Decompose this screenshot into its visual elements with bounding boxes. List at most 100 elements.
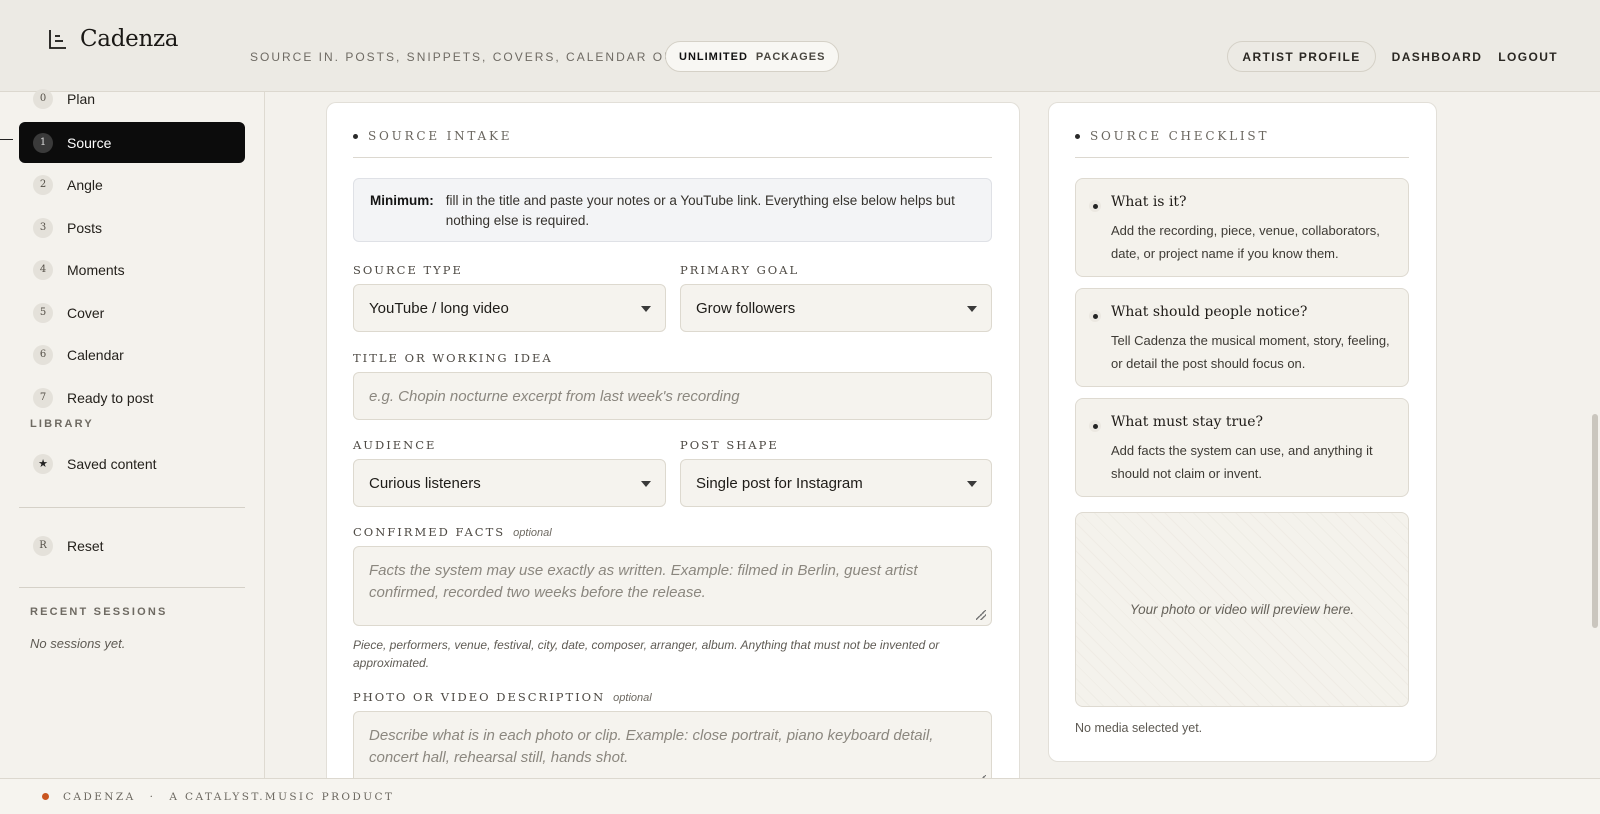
source-checklist-title-text: SOURCE CHECKLIST — [1090, 129, 1270, 143]
post-shape-value: Single post for Instagram — [696, 474, 863, 492]
audience-label: AUDIENCE — [353, 438, 437, 452]
source-checklist-card: SOURCE CHECKLIST What is it? Add the rec… — [1048, 102, 1437, 762]
minimum-text: fill in the title and paste your notes o… — [445, 193, 955, 228]
logout-link[interactable]: LOGOUT — [1498, 50, 1558, 64]
footer-separator: · — [149, 790, 156, 803]
title-input[interactable]: e.g. Chopin nocturne excerpt from last w… — [353, 372, 992, 420]
page-scrollbar[interactable] — [1590, 92, 1600, 778]
plan-pill-strong: UNLIMITED — [679, 50, 748, 63]
sidebar-step-angle[interactable]: 2 Angle — [19, 164, 245, 205]
footer-product: A CATALYST.MUSIC PRODUCT — [169, 790, 395, 803]
post-shape-label: POST SHAPE — [680, 438, 779, 452]
recent-sessions-empty: No sessions yet. — [30, 636, 126, 651]
checklist-item: What must stay true? Add facts the syste… — [1075, 398, 1409, 497]
media-preview-text: Your photo or video will preview here. — [1129, 602, 1355, 617]
source-intake-title: SOURCE INTAKE — [353, 129, 512, 143]
step-number: 2 — [33, 174, 53, 195]
bullet-icon — [1089, 420, 1101, 432]
artist-profile-button[interactable]: ARTIST PROFILE — [1227, 41, 1376, 72]
status-dot-icon — [42, 793, 49, 800]
sidebar-divider — [19, 507, 245, 508]
sidebar-step-cover[interactable]: 5 Cover — [19, 292, 245, 333]
audience-select[interactable]: Curious listeners — [353, 459, 666, 507]
chevron-down-icon — [641, 481, 651, 487]
confirmed-facts-placeholder: Facts the system may use exactly as writ… — [369, 562, 918, 601]
minimum-notice: Minimum: fill in the title and paste you… — [353, 178, 992, 242]
confirmed-facts-hint: Piece, performers, venue, festival, city… — [353, 638, 940, 670]
media-preview[interactable]: Your photo or video will preview here. — [1075, 512, 1409, 707]
saved-content-link[interactable]: ★ Saved content — [19, 443, 245, 484]
scrollbar-thumb[interactable] — [1592, 414, 1598, 628]
saved-content-label: Saved content — [67, 455, 157, 472]
title-input-placeholder: e.g. Chopin nocturne excerpt from last w… — [369, 387, 740, 405]
sidebar: 0 Plan 1 Source 2 Angle 3 Posts 4 Moment… — [0, 88, 265, 778]
step-label: Ready to post — [67, 389, 154, 406]
optional-tag: optional — [613, 692, 652, 704]
checklist-item: What is it? Add the recording, piece, ve… — [1075, 178, 1409, 277]
source-type-label: SOURCE TYPE — [353, 263, 463, 277]
tagline: SOURCE IN. POSTS, SNIPPETS, COVERS, CALE… — [250, 50, 689, 64]
minimum-label: Minimum: — [370, 193, 434, 208]
source-checklist-title: SOURCE CHECKLIST — [1075, 129, 1269, 143]
confirmed-facts-textarea[interactable]: Facts the system may use exactly as writ… — [353, 546, 992, 626]
audience-value: Curious listeners — [369, 474, 481, 492]
sidebar-step-posts[interactable]: 3 Posts — [19, 207, 245, 248]
plan-pill-rest: PACKAGES — [755, 50, 826, 63]
checklist-description: Tell Cadenza the musical moment, story, … — [1111, 333, 1390, 371]
optional-tag: optional — [513, 527, 552, 539]
resize-handle-icon[interactable] — [976, 610, 986, 620]
bullet-icon — [1075, 133, 1080, 139]
primary-goal-value: Grow followers — [696, 299, 796, 317]
media-description-placeholder: Describe what is in each photo or clip. … — [369, 727, 934, 766]
sidebar-step-source[interactable]: 1 Source — [19, 122, 245, 163]
title-rule — [353, 157, 992, 158]
sidebar-step-plan[interactable]: 0 Plan — [19, 78, 245, 119]
bullet-icon — [353, 133, 358, 139]
source-type-select[interactable]: YouTube / long video — [353, 284, 666, 332]
checklist-description: Add the recording, piece, venue, collabo… — [1111, 223, 1380, 261]
footer-brand: CADENZA — [63, 790, 136, 803]
confirmed-facts-label-text: CONFIRMED FACTS — [353, 525, 506, 539]
reset-label: Reset — [67, 537, 104, 554]
dashboard-link[interactable]: DASHBOARD — [1392, 50, 1483, 64]
primary-goal-label: PRIMARY GOAL — [680, 263, 800, 277]
brand-name: Cadenza — [80, 26, 179, 52]
plan-pill[interactable]: UNLIMITED PACKAGES — [665, 41, 840, 72]
chevron-down-icon — [967, 306, 977, 312]
sidebar-divider — [19, 587, 245, 588]
step-number: 1 — [33, 132, 53, 153]
sidebar-step-moments[interactable]: 4 Moments — [19, 249, 245, 290]
step-label: Calendar — [67, 346, 124, 363]
post-shape-select[interactable]: Single post for Instagram — [680, 459, 992, 507]
step-number: 6 — [33, 344, 53, 365]
checklist-description: Add facts the system can use, and anythi… — [1111, 443, 1373, 481]
step-label: Cover — [67, 304, 105, 321]
footer: CADENZA · A CATALYST.MUSIC PRODUCT — [0, 778, 1600, 814]
brand[interactable]: Cadenza — [48, 26, 179, 52]
chevron-down-icon — [967, 481, 977, 487]
library-heading: LIBRARY — [30, 418, 94, 430]
step-label: Moments — [67, 261, 125, 278]
step-label: Plan — [67, 90, 96, 107]
step-label: Angle — [67, 176, 103, 193]
sidebar-step-ready-to-post[interactable]: 7 Ready to post — [19, 377, 245, 418]
title-rule — [1075, 157, 1409, 158]
checklist-item: What should people notice? Tell Cadenza … — [1075, 288, 1409, 387]
checklist-question: What is it? — [1111, 194, 1187, 210]
recent-sessions-heading: RECENT SESSIONS — [30, 606, 168, 618]
step-number: 5 — [33, 302, 53, 323]
brand-logo-icon — [49, 30, 66, 49]
step-number: 7 — [33, 387, 53, 408]
step-number: 3 — [33, 217, 53, 238]
source-type-value: YouTube / long video — [369, 299, 509, 317]
active-step-marker — [0, 139, 13, 140]
media-description-label: PHOTO OR VIDEO DESCRIPTION optional — [353, 690, 652, 704]
step-label: Source — [67, 134, 112, 151]
sidebar-step-calendar[interactable]: 6 Calendar — [19, 334, 245, 375]
star-icon: ★ — [33, 453, 53, 474]
reset-button[interactable]: R Reset — [19, 525, 245, 566]
checklist-question: What should people notice? — [1111, 304, 1308, 320]
primary-goal-select[interactable]: Grow followers — [680, 284, 992, 332]
chevron-down-icon — [641, 306, 651, 312]
media-description-label-text: PHOTO OR VIDEO DESCRIPTION — [353, 690, 606, 704]
